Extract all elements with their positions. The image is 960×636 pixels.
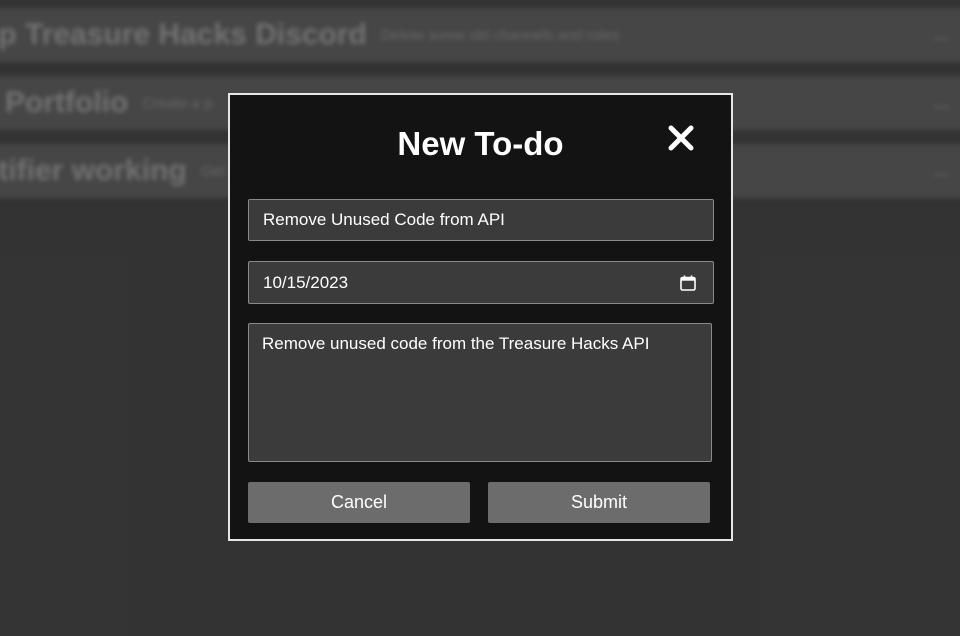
modal-title: New To-do bbox=[397, 125, 564, 162]
close-button[interactable] bbox=[666, 123, 696, 153]
close-icon bbox=[668, 125, 694, 151]
due-date-value: 10/15/2023 bbox=[263, 272, 349, 292]
calendar-icon[interactable] bbox=[679, 274, 697, 292]
todo-description-input[interactable]: Remove unused code from the Treasure Hac… bbox=[248, 323, 712, 462]
cancel-button[interactable]: Cancel bbox=[248, 482, 470, 523]
todo-title-input[interactable] bbox=[248, 199, 714, 241]
new-todo-modal: New To-do 10/15/2023 Remove unused code … bbox=[228, 93, 733, 541]
submit-button[interactable]: Submit bbox=[488, 482, 710, 523]
due-date-input[interactable]: 10/15/2023 bbox=[248, 261, 714, 304]
